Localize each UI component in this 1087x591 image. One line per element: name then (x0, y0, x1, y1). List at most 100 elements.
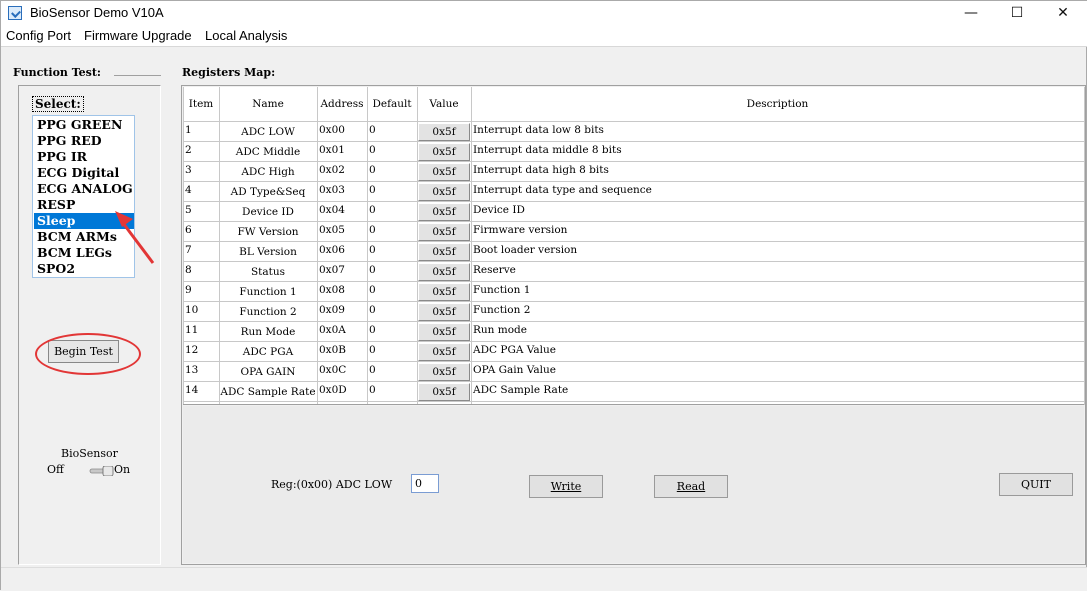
list-item[interactable]: PPG RED (34, 133, 134, 149)
value-button[interactable]: 0x5f (418, 343, 470, 361)
app-window: BioSensor Demo V10A — ☐ ✕ Config Port Fi… (0, 0, 1087, 591)
value-button[interactable]: 0x5f (418, 183, 470, 201)
cell-address: 0x0A (319, 324, 346, 336)
registers-map-label: Registers Map: (182, 66, 276, 79)
value-button[interactable]: 0x5f (418, 203, 470, 221)
cell-description: OPA Gain Value (473, 364, 556, 376)
grid-line (183, 401, 1084, 402)
grid-line (183, 301, 1084, 302)
cell-item: 2 (185, 144, 192, 156)
cell-item: 7 (185, 244, 192, 256)
grid-line (183, 341, 1084, 342)
cell-item: 5 (185, 204, 192, 216)
cell-description: Interrupt data type and sequence (473, 184, 652, 196)
value-button[interactable]: 0x5f (418, 263, 470, 281)
cell-name: BL Version (239, 246, 297, 258)
column-header-value: Value (429, 98, 459, 110)
value-button[interactable]: 0x5f (418, 143, 470, 161)
grid-line (183, 261, 1084, 262)
biosensor-toggle[interactable] (89, 466, 115, 476)
cell-description: ADC Sample Rate (473, 384, 569, 396)
cell-description: ADC PGA Value (473, 344, 556, 356)
column-header-description: Description (746, 98, 809, 110)
window-title: BioSensor Demo V10A (30, 5, 164, 20)
grid-line (367, 87, 368, 405)
list-item[interactable]: ECG Digital (34, 165, 134, 181)
cell-name: FW Version (237, 226, 299, 238)
minimize-button[interactable]: — (948, 1, 994, 25)
cell-name: ADC LOW (241, 126, 295, 138)
cell-address: 0x06 (319, 244, 345, 256)
cell-description: Device ID (473, 204, 525, 216)
cell-address: 0x07 (319, 264, 345, 276)
cell-name: AD Type&Seq (230, 186, 306, 198)
cell-address: 0x04 (319, 204, 345, 216)
value-button[interactable]: 0x5f (418, 283, 470, 301)
list-item[interactable]: PPG GREEN (34, 117, 134, 133)
value-button[interactable]: 0x5f (418, 163, 470, 181)
cell-address: 0x03 (319, 184, 345, 196)
write-button-label: Write (550, 480, 582, 493)
read-button[interactable]: Read (654, 475, 728, 498)
cell-name: ADC Middle (235, 146, 301, 158)
cell-default: 0 (369, 304, 376, 316)
write-button[interactable]: Write (529, 475, 603, 498)
column-header-name: Name (252, 98, 284, 110)
value-button[interactable]: 0x5f (418, 363, 470, 381)
cell-name: Device ID (242, 206, 294, 218)
cell-name: Function 2 (239, 306, 297, 318)
quit-button[interactable]: QUIT (999, 473, 1073, 496)
cell-default: 0 (369, 244, 376, 256)
cell-item: 1 (185, 124, 192, 136)
cell-name: ADC Sample Rate (220, 386, 316, 398)
reg-value-input[interactable]: 0 (411, 474, 439, 493)
menu-firmware-upgrade[interactable]: Firmware Upgrade (84, 28, 192, 43)
cell-description: Reserve (473, 264, 516, 276)
title-bar: BioSensor Demo V10A — ☐ ✕ (1, 1, 1087, 25)
value-button[interactable]: 0x5f (418, 123, 470, 141)
grid-line (183, 321, 1084, 322)
cell-item: 10 (185, 304, 199, 316)
cell-name: ADC High (241, 166, 295, 178)
value-button[interactable]: 0x5f (418, 223, 470, 241)
column-header-default: Default (372, 98, 412, 110)
value-button[interactable]: 0x5f (418, 303, 470, 321)
grid-line (183, 121, 1084, 122)
groupbox-line (114, 75, 161, 76)
cell-item: 6 (185, 224, 192, 236)
cell-description: Boot loader version (473, 244, 578, 256)
cell-default: 0 (369, 284, 376, 296)
cell-description: Interrupt data middle 8 bits (473, 144, 622, 156)
cell-default: 0 (369, 164, 376, 176)
table-bottom-border (183, 404, 1084, 405)
list-item[interactable]: PPG IR (34, 149, 134, 165)
value-button[interactable]: 0x5f (418, 243, 470, 261)
grid-line (183, 161, 1084, 162)
grid-line (1084, 87, 1085, 405)
value-button[interactable]: 0x5f (418, 323, 470, 341)
cell-default: 0 (369, 224, 376, 236)
biosensor-label: BioSensor (61, 447, 118, 460)
menu-bar: Config Port Firmware Upgrade Local Analy… (1, 25, 1087, 47)
close-button[interactable]: ✕ (1040, 1, 1086, 25)
cell-address: 0x05 (319, 224, 345, 236)
column-header-address: Address (320, 98, 364, 110)
menu-local-analysis[interactable]: Local Analysis (205, 28, 287, 43)
cell-item: 4 (185, 184, 192, 196)
maximize-button[interactable]: ☐ (994, 1, 1040, 25)
cell-description: Firmware version (473, 224, 568, 236)
on-label: On (114, 463, 131, 476)
cell-address: 0x09 (319, 304, 345, 316)
list-item[interactable]: ECG ANALOG (34, 181, 134, 197)
grid-line (183, 141, 1084, 142)
read-button-label: Read (676, 480, 706, 493)
cell-default: 0 (369, 384, 376, 396)
grid-line (317, 87, 318, 405)
menu-config-port[interactable]: Config Port (6, 28, 71, 43)
cell-address: 0x08 (319, 284, 345, 296)
cell-default: 0 (369, 264, 376, 276)
value-button[interactable]: 0x5f (418, 383, 470, 401)
cell-name: ADC PGA (242, 346, 294, 358)
cell-address: 0x0B (319, 344, 346, 356)
cell-address: 0x0C (319, 364, 347, 376)
